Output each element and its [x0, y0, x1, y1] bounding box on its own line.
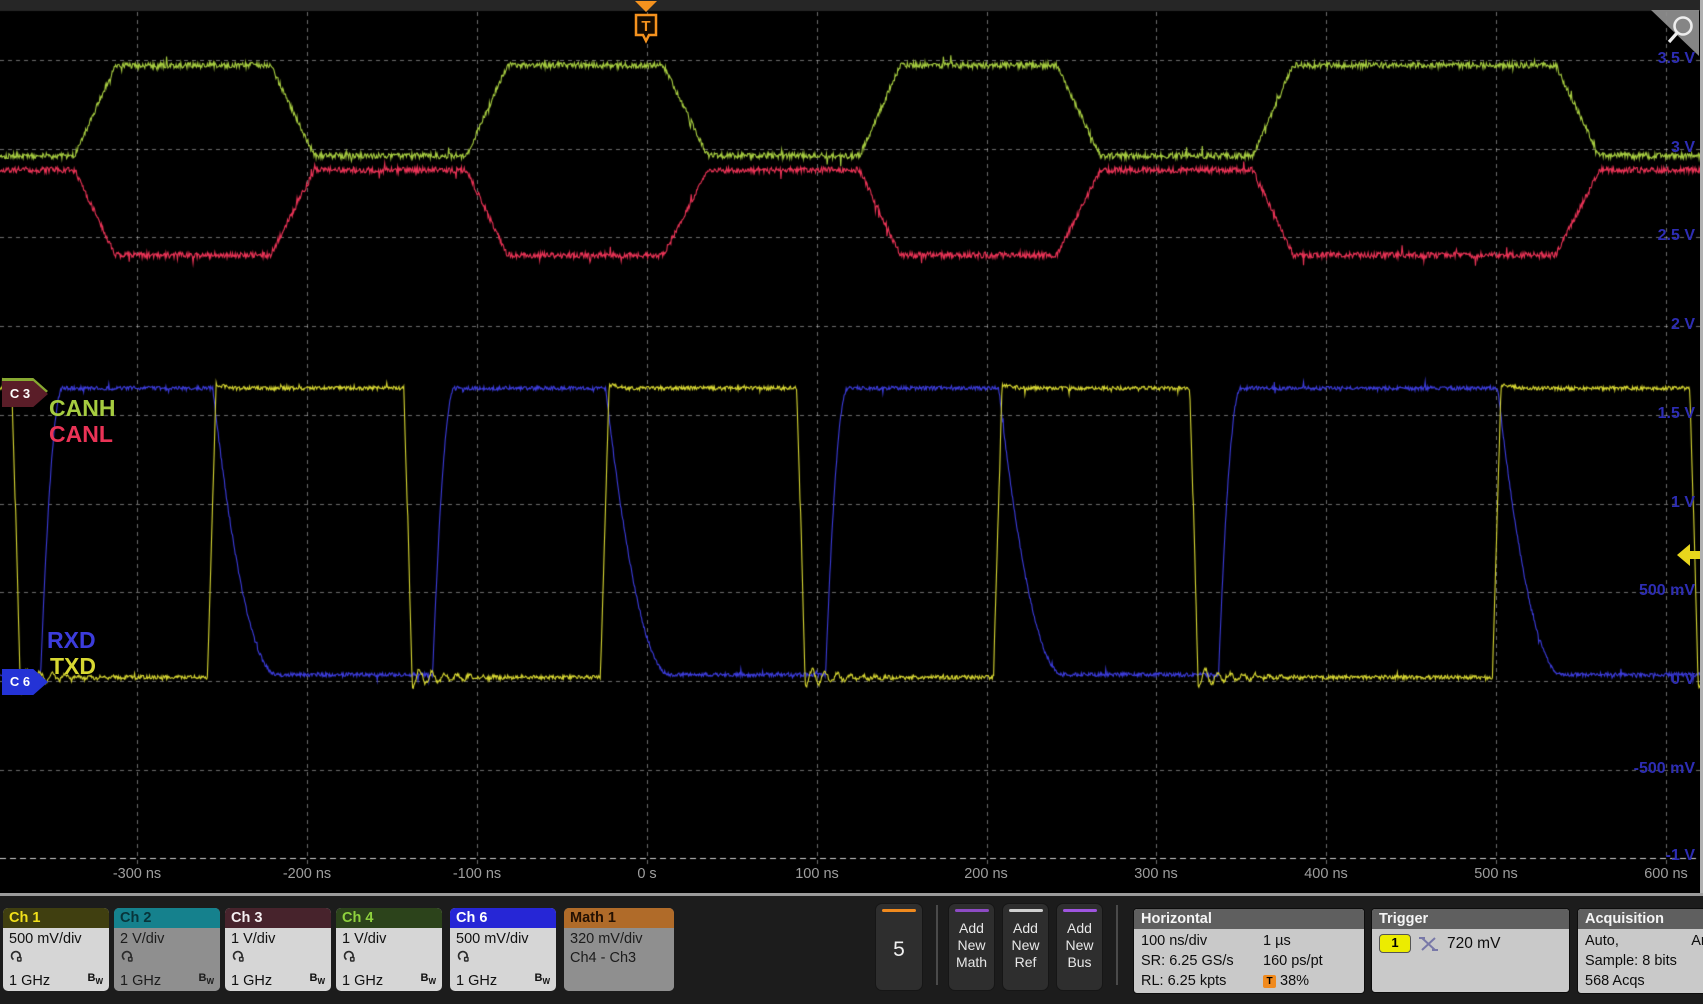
waveform-display[interactable] — [0, 0, 1703, 893]
volt-tick: 2 V — [1565, 316, 1695, 334]
volt-tick: 1 V — [1565, 494, 1695, 512]
trigger-position-icon: T — [1263, 975, 1276, 988]
bandwidth-limit-badge: BW — [420, 969, 436, 991]
math-card[interactable]: Math 1 320 mV/div Ch4 - Ch3 — [564, 908, 674, 991]
waveform-count-button[interactable]: 5 — [875, 903, 923, 991]
trace-label-rxd: RXD — [47, 628, 96, 652]
volt-tick: -500 mV — [1565, 760, 1695, 778]
horizontal-panel[interactable]: Horizontal 100 ns/div 1 µs SR: 6.25 GS/s… — [1133, 908, 1365, 994]
bandwidth-limit-badge: BW — [534, 969, 550, 991]
volt-tick: 3 V — [1565, 139, 1695, 157]
probe-icon — [342, 949, 356, 968]
probe-icon — [9, 949, 23, 968]
waveform-count: 5 — [876, 938, 922, 962]
sample-rate: SR: 6.25 GS/s — [1141, 951, 1263, 971]
toolbar-separator — [1116, 905, 1118, 985]
add-new-math-button[interactable]: Add New Math — [948, 903, 995, 991]
channel-card-ch3[interactable]: Ch 3 1 V/div 1 GHz BW — [225, 908, 331, 991]
time-tick: 500 ns — [1451, 866, 1541, 882]
horizontal-scale: 100 ns/div — [1141, 931, 1263, 951]
oscilloscope-screen: T C 3 C 6 CANH CANL RXD TXD 3.5 V 3 V 2.… — [0, 0, 1703, 1004]
channel-scale: 2 V/div — [120, 930, 214, 949]
channel-name: Ch 1 — [3, 908, 109, 928]
acquisition-panel[interactable]: Acquisition Auto, Ana Sample: 8 bits 568… — [1577, 908, 1703, 994]
trigger-position-flag[interactable]: T — [630, 0, 662, 50]
acquisition-title: Acquisition — [1578, 909, 1703, 929]
probe-icon — [456, 949, 470, 968]
volt-tick: 2.5 V — [1565, 227, 1695, 245]
math-expression: Ch4 - Ch3 — [570, 949, 668, 968]
trigger-panel[interactable]: Trigger 1 720 mV — [1371, 908, 1570, 993]
time-tick: -200 ns — [262, 866, 352, 882]
math-name: Math 1 — [564, 908, 674, 928]
trace-label-canl: CANL — [49, 422, 113, 446]
math-scale: 320 mV/div — [570, 930, 668, 949]
channel-card-ch2[interactable]: Ch 2 2 V/div 1 GHz BW — [114, 908, 220, 991]
bottom-toolbar: Ch 1 500 mV/div 1 GHz BW Ch 2 2 V/div — [0, 896, 1703, 1004]
ref-color-line — [1009, 909, 1043, 912]
channel-bandwidth: 1 GHz — [231, 972, 272, 991]
channel-bandwidth: 1 GHz — [120, 972, 161, 991]
time-tick: -100 ns — [432, 866, 522, 882]
channel-name: Ch 3 — [225, 908, 331, 928]
channel-name: Ch 6 — [450, 908, 556, 928]
trigger-triangle-icon — [635, 1, 657, 12]
bus-color-line — [1063, 909, 1097, 912]
add-new-ref-button[interactable]: Add New Ref — [1002, 903, 1049, 991]
probe-icon — [231, 949, 245, 968]
sample-resolution: 160 ps/pt — [1263, 951, 1323, 971]
trace-label-txd: TXD — [50, 654, 96, 678]
trigger-flag-letter: T — [641, 18, 650, 35]
horizontal-window: 1 µs — [1263, 931, 1291, 951]
bandwidth-limit-badge: BW — [87, 969, 103, 991]
acquisition-mode2: Ana — [1691, 931, 1703, 951]
volt-tick: 1.5 V — [1565, 405, 1695, 423]
edge-trigger-icon — [1419, 936, 1439, 952]
channel-scale: 1 V/div — [231, 930, 325, 949]
channel-scale: 500 mV/div — [456, 930, 550, 949]
volt-tick: -1 V — [1565, 847, 1695, 865]
time-tick: 0 s — [602, 866, 692, 882]
time-tick: -300 ns — [92, 866, 182, 882]
channel-scale: 500 mV/div — [9, 930, 103, 949]
bandwidth-limit-badge: BW — [198, 969, 214, 991]
toolbar-separator — [936, 905, 938, 985]
time-tick: 200 ns — [941, 866, 1031, 882]
volt-tick: 3.5 V — [1565, 50, 1695, 68]
volt-tick: 500 mV — [1565, 582, 1695, 600]
trigger-level: 720 mV — [1447, 935, 1500, 953]
bandwidth-limit-badge: BW — [309, 969, 325, 991]
time-tick: 300 ns — [1111, 866, 1201, 882]
channel-scale: 1 V/div — [342, 930, 436, 949]
channel-card-ch4[interactable]: Ch 4 1 V/div 1 GHz BW — [336, 908, 442, 991]
acquisition-count: 568 Acqs — [1585, 971, 1703, 991]
probe-icon — [120, 949, 134, 968]
time-tick: 400 ns — [1281, 866, 1371, 882]
volt-tick: 0 V — [1565, 671, 1695, 689]
time-tick: 100 ns — [772, 866, 862, 882]
acquisition-mode: Auto, — [1585, 931, 1619, 951]
trigger-position-percent: 38% — [1280, 971, 1309, 991]
math-color-line — [955, 909, 989, 912]
channel-bandwidth: 1 GHz — [456, 972, 497, 991]
channel-name: Ch 2 — [114, 908, 220, 928]
time-tick: 600 ns — [1621, 866, 1703, 882]
orange-tab-line — [882, 909, 916, 912]
channel-card-ch1[interactable]: Ch 1 500 mV/div 1 GHz BW — [3, 908, 109, 991]
channel-name: Ch 4 — [336, 908, 442, 928]
add-new-bus-button[interactable]: Add New Bus — [1056, 903, 1103, 991]
trigger-source-badge: 1 — [1379, 934, 1411, 953]
record-length: RL: 6.25 kpts — [1141, 971, 1263, 991]
trace-label-canh: CANH — [49, 396, 115, 420]
channel-bandwidth: 1 GHz — [342, 972, 383, 991]
trigger-title: Trigger — [1372, 909, 1569, 929]
horizontal-title: Horizontal — [1134, 909, 1364, 929]
channel-bandwidth: 1 GHz — [9, 972, 50, 991]
channel-card-ch6[interactable]: Ch 6 500 mV/div 1 GHz BW — [450, 908, 556, 991]
acquisition-sample: Sample: 8 bits — [1585, 951, 1703, 971]
